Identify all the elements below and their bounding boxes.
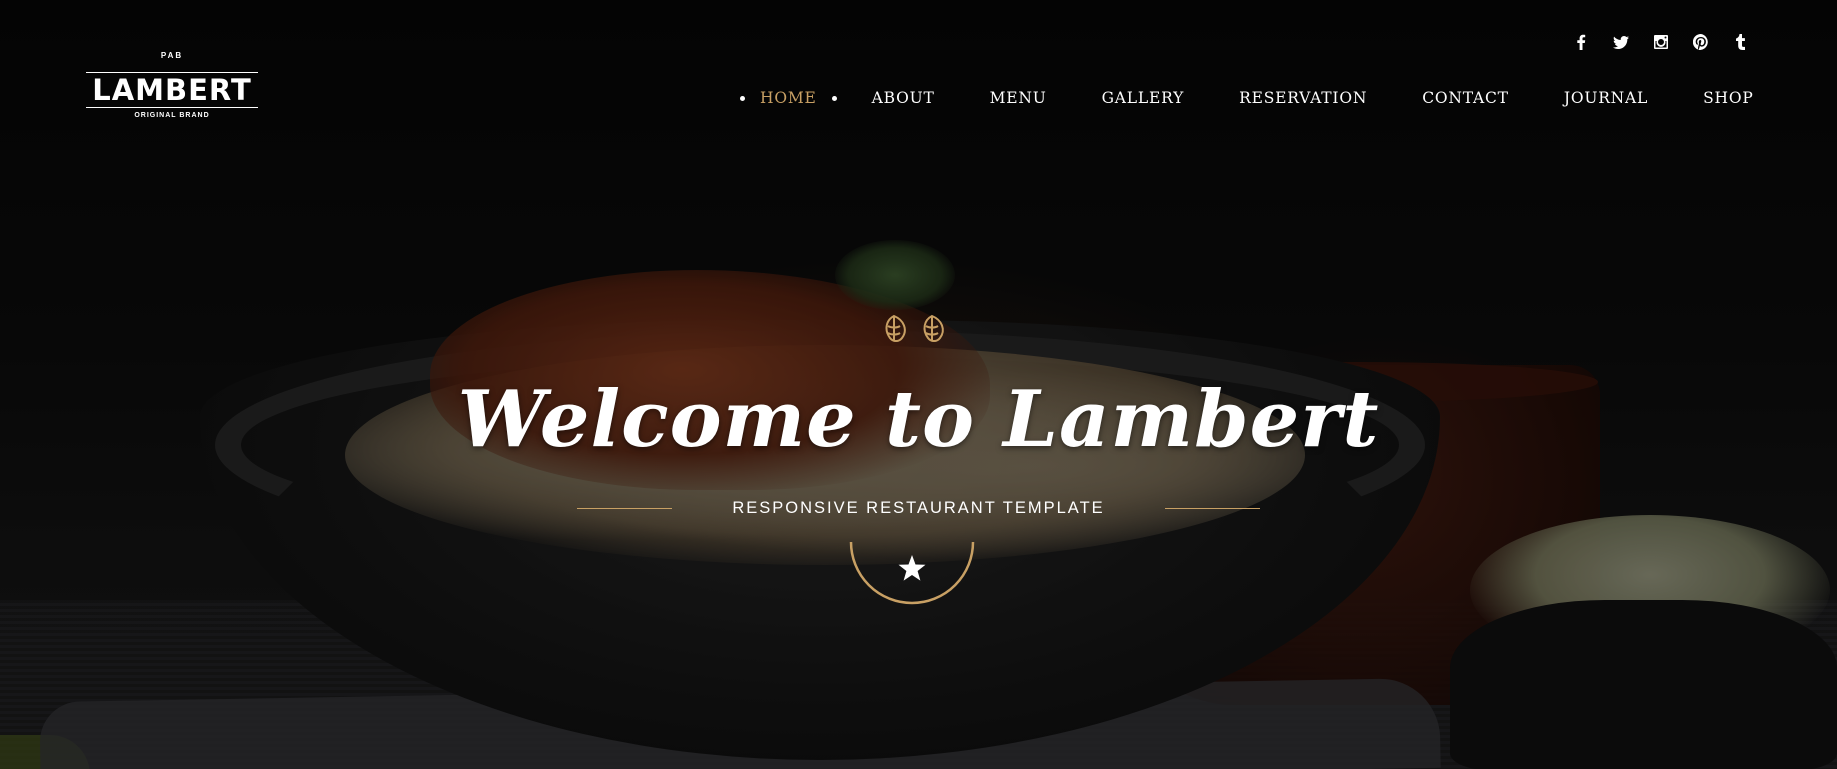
subtitle-divider-right <box>1164 507 1260 509</box>
star-arc-ornament <box>849 541 975 605</box>
tumblr-icon[interactable] <box>1730 31 1752 53</box>
brand-logo[interactable]: PAB LAMBERT ORIGINAL BRAND <box>86 50 258 130</box>
pinterest-icon[interactable] <box>1690 31 1712 53</box>
nav-item-reservation[interactable]: RESERVATION <box>1239 89 1367 107</box>
instagram-icon[interactable] <box>1650 31 1672 53</box>
nav-active-dot-right <box>831 95 837 101</box>
hops-ornament-icon <box>885 314 944 342</box>
hero-subtitle: RESPONSIVE RESTAURANT TEMPLATE <box>732 498 1105 517</box>
logo-subtitle: ORIGINAL BRAND <box>134 112 210 119</box>
nav-item-shop[interactable]: SHOP <box>1703 89 1753 107</box>
facebook-icon[interactable] <box>1570 31 1592 53</box>
social-links <box>1570 30 1752 54</box>
logo-top-text: PAB <box>160 51 184 60</box>
nav-item-about[interactable]: ABOUT <box>872 89 935 107</box>
star-icon <box>898 555 926 581</box>
nav-active-dot-left <box>740 95 745 101</box>
nav-item-home[interactable]: HOME <box>760 89 817 107</box>
subtitle-divider-left <box>577 507 673 509</box>
nav-item-gallery[interactable]: GALLERY <box>1102 89 1185 107</box>
twitter-icon[interactable] <box>1610 31 1632 53</box>
nav-item-menu[interactable]: MENU <box>990 89 1047 107</box>
nav-item-journal[interactable]: JOURNAL <box>1564 89 1648 107</box>
hero-subtitle-row: RESPONSIVE RESTAURANT TEMPLATE <box>0 494 1837 522</box>
logo-name: LAMBERT <box>86 72 258 108</box>
hero-title: Welcome to Lambert <box>457 374 1380 465</box>
nav-item-contact[interactable]: CONTACT <box>1422 89 1509 107</box>
main-nav: HOME ABOUT MENU GALLERY RESERVATION CONT… <box>740 86 1754 110</box>
